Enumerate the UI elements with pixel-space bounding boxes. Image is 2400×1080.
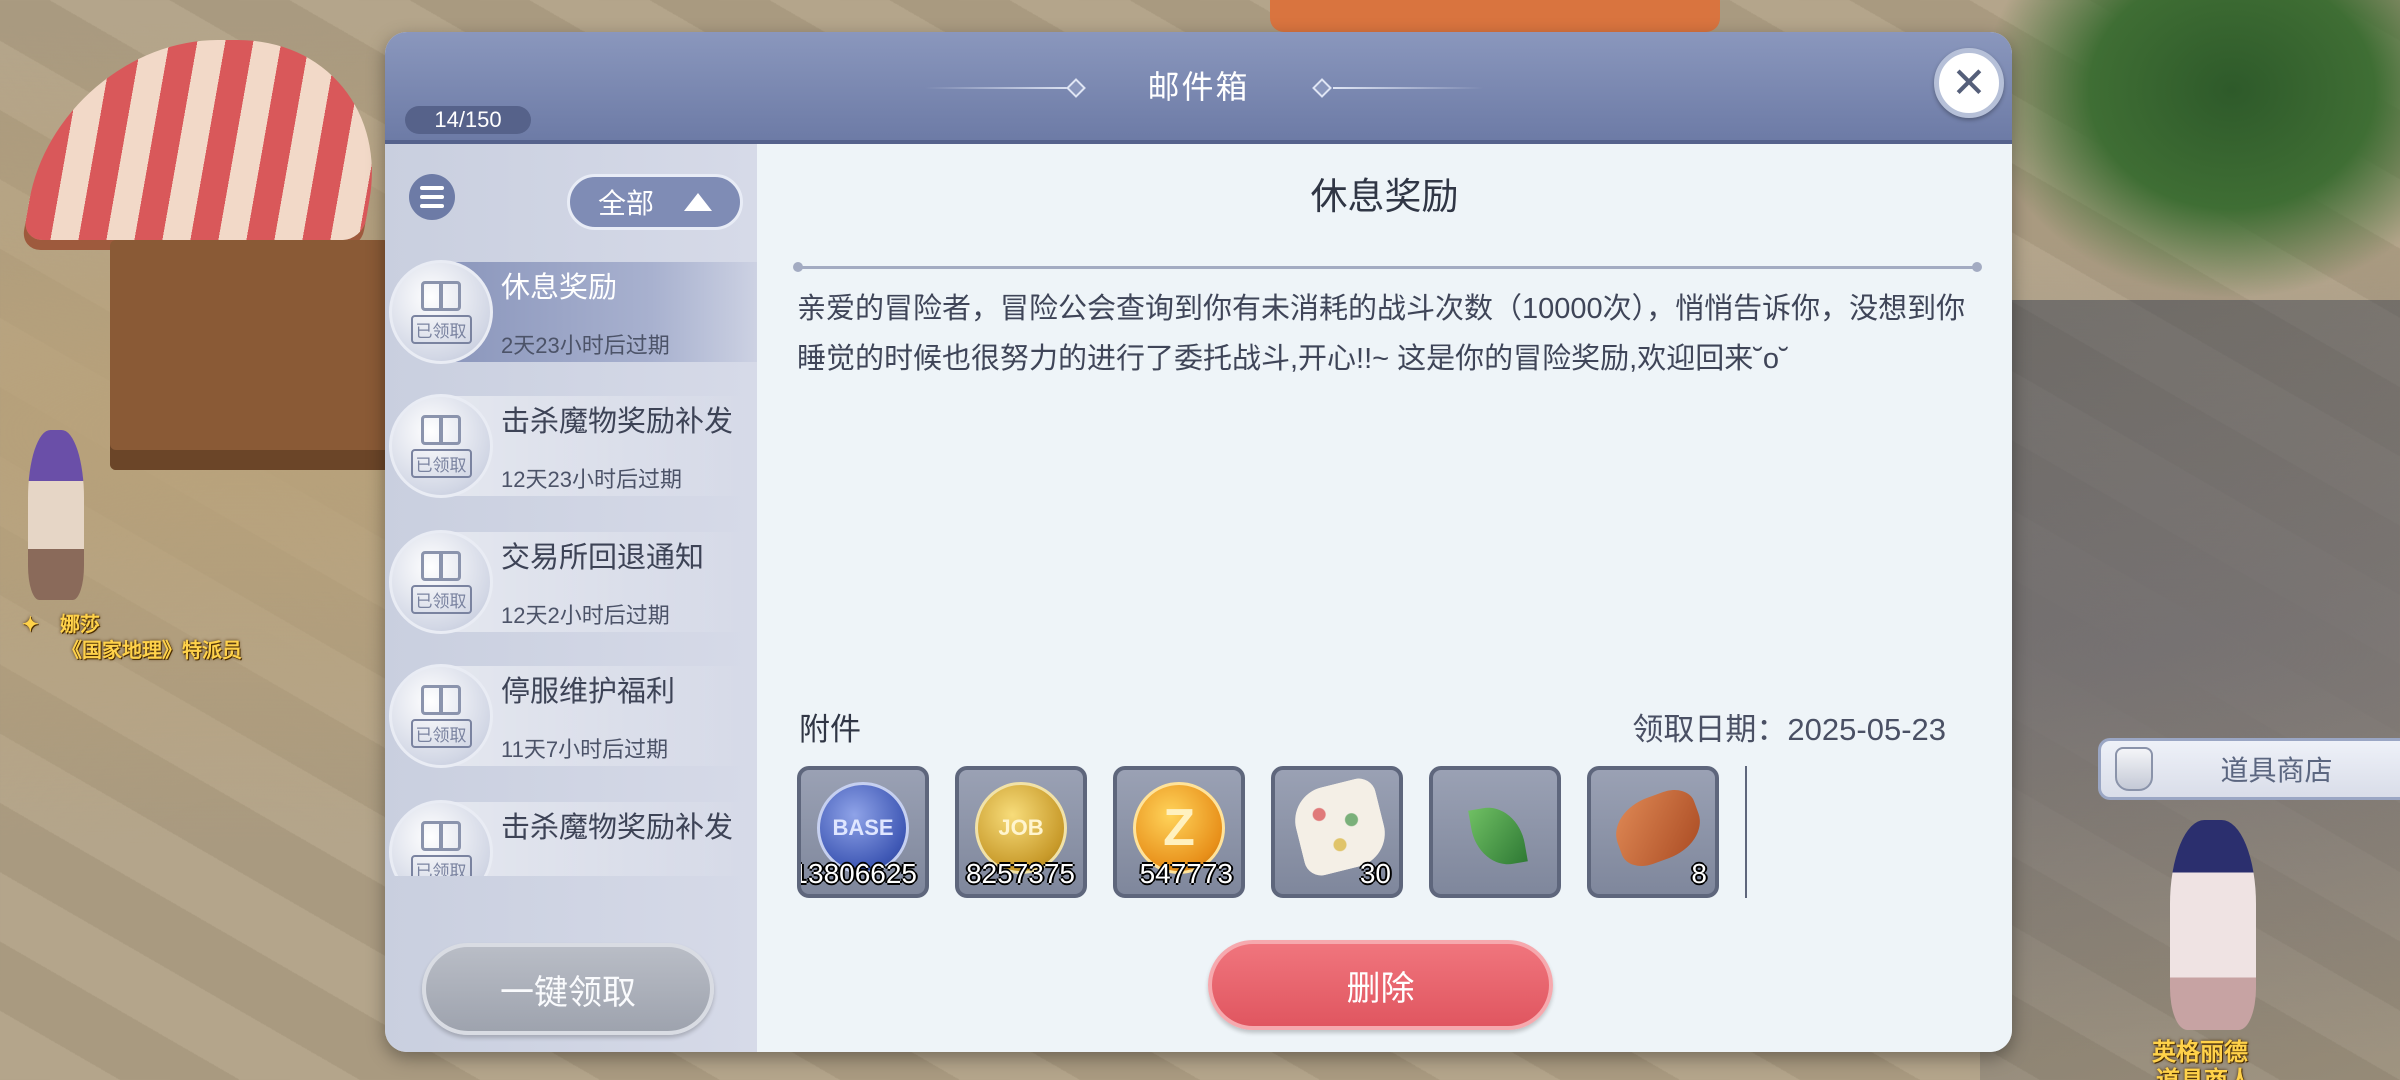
close-button[interactable]: ✕ (1934, 48, 2004, 118)
claimed-stamp: 已领取 (410, 584, 472, 614)
claimed-gift-icon: 已领取 (389, 260, 493, 364)
gift-icon (421, 684, 461, 715)
scenery-roof (1270, 0, 1720, 32)
scenery-grass (1980, 0, 2400, 300)
gift-icon (421, 414, 461, 445)
attachment-slot-cloth[interactable]: 30 (1271, 766, 1403, 898)
mail-item-maintenance[interactable]: 已领取 停服维护福利 11天7小时后过期 (385, 660, 757, 772)
npc-left-figure[interactable] (28, 430, 84, 600)
attachments-row[interactable]: BASE 13806625 JOB 8257375 Z 547773 30 8 (797, 766, 1747, 898)
mail-item-title: 击杀魔物奖励补发 (501, 406, 734, 438)
attachment-slot-meat[interactable]: 8 (1587, 766, 1719, 898)
attachment-qty: 547773 (1139, 858, 1233, 889)
claimed-stamp: 已领取 (410, 854, 472, 876)
claimed-stamp: 已领取 (410, 448, 472, 478)
claim-all-button[interactable]: 一键领取 (422, 943, 714, 1035)
npc-left-name[interactable]: 娜莎 (60, 608, 100, 637)
mail-item-kill-reward-2[interactable]: 已领取 击杀魔物奖励补发 (385, 796, 757, 876)
mail-item-title: 交易所回退通知 (501, 542, 705, 574)
npc-right-figure[interactable] (2170, 820, 2256, 1030)
mail-item-expire: 12天23小时后过期 (501, 467, 682, 492)
gift-icon (421, 820, 461, 851)
item-shop-bubble[interactable]: 道具商店 (2098, 738, 2400, 800)
list-menu-icon[interactable] (409, 174, 455, 220)
claimed-stamp: 已领取 (410, 314, 472, 344)
claimed-stamp: 已领取 (410, 718, 472, 748)
stall-counter (110, 240, 390, 470)
mail-sidebar: 全部 已领取 休息奖励 2天23小时后过期 已领取 击杀魔物奖励补发 12天23… (385, 144, 757, 1052)
close-icon: ✕ (1951, 58, 1987, 107)
attachment-qty: 8257375 (965, 858, 1075, 889)
attachments-label: 附件 (799, 712, 861, 747)
title-divider (793, 262, 1982, 272)
header-ornament-right (1333, 87, 1483, 89)
gift-icon (421, 550, 461, 581)
attachment-slot-leaf[interactable] (1429, 766, 1561, 898)
delete-label: 删除 (1346, 969, 1415, 1008)
mailbox-panel: 邮件箱 14/150 ✕ 全部 已领取 休息奖励 2天23小时后过期 已领取 击… (385, 32, 2012, 1052)
mail-item-exchange-return[interactable]: 已领取 交易所回退通知 12天2小时后过期 (385, 526, 757, 638)
delete-button[interactable]: 删除 (1208, 940, 1553, 1030)
gift-icon (421, 280, 461, 311)
attachment-qty: 30 (1359, 858, 1391, 889)
claimed-gift-icon: 已领取 (389, 394, 493, 498)
claim-all-label: 一键领取 (500, 973, 636, 1012)
mail-item-expire: 11天7小时后过期 (501, 737, 669, 762)
mail-body-text: 亲爱的冒险者，冒险公会查询到你有未消耗的战斗次数（10000次），悄悄告诉你，没… (797, 293, 1966, 375)
filter-label: 全部 (597, 188, 654, 219)
mail-detail: 休息奖励 亲爱的冒险者，冒险公会查询到你有未消耗的战斗次数（10000次），悄悄… (757, 144, 2012, 1052)
claimed-gift-icon: 已领取 (389, 530, 493, 634)
claim-date: 领取日期：2025-05-23 (1632, 712, 1946, 747)
mail-item-title: 休息奖励 (501, 272, 618, 304)
mail-item-expire: 2天23小时后过期 (501, 333, 670, 358)
leaf-item-icon (1468, 802, 1528, 870)
mail-list[interactable]: 已领取 休息奖励 2天23小时后过期 已领取 击杀魔物奖励补发 12天23小时后… (385, 256, 757, 876)
npc-left-title[interactable]: 《国家地理》特派员 (62, 634, 242, 663)
stall-awning (22, 40, 398, 240)
attachment-slot-base-exp[interactable]: BASE 13806625 (797, 766, 929, 898)
filter-dropdown[interactable]: 全部 (567, 174, 743, 230)
mail-detail-title: 休息奖励 (1310, 176, 1459, 217)
claimed-gift-icon: 已领取 (389, 664, 493, 768)
mail-item-title: 击杀魔物奖励补发 (501, 812, 734, 844)
mail-count-badge: 14/150 (405, 106, 531, 134)
attachment-qty: 8 (1691, 858, 1707, 889)
mail-item-kill-reward[interactable]: 已领取 击杀魔物奖励补发 12天23小时后过期 (385, 390, 757, 502)
attachment-slot-job-exp[interactable]: JOB 8257375 (955, 766, 1087, 898)
npc-right-title[interactable]: 道具商人 (2156, 1060, 2252, 1080)
mail-item-rest-reward[interactable]: 已领取 休息奖励 2天23小时后过期 (385, 256, 757, 368)
mailbox-header: 邮件箱 14/150 ✕ (385, 32, 2012, 144)
mailbox-title: 邮件箱 (1147, 69, 1250, 105)
shop-bag-icon (2115, 747, 2153, 791)
npc-left-icon: ✦ (22, 614, 39, 636)
mail-item-title: 停服维护福利 (501, 676, 676, 708)
attachment-qty: 13806625 (797, 858, 917, 889)
triangle-up-icon (684, 193, 712, 211)
attachment-slot-zeny[interactable]: Z 547773 (1113, 766, 1245, 898)
attachment-slot-partial[interactable] (1745, 766, 1747, 898)
mail-item-expire: 12天2小时后过期 (501, 603, 670, 628)
item-shop-label: 道具商店 (2220, 755, 2333, 786)
